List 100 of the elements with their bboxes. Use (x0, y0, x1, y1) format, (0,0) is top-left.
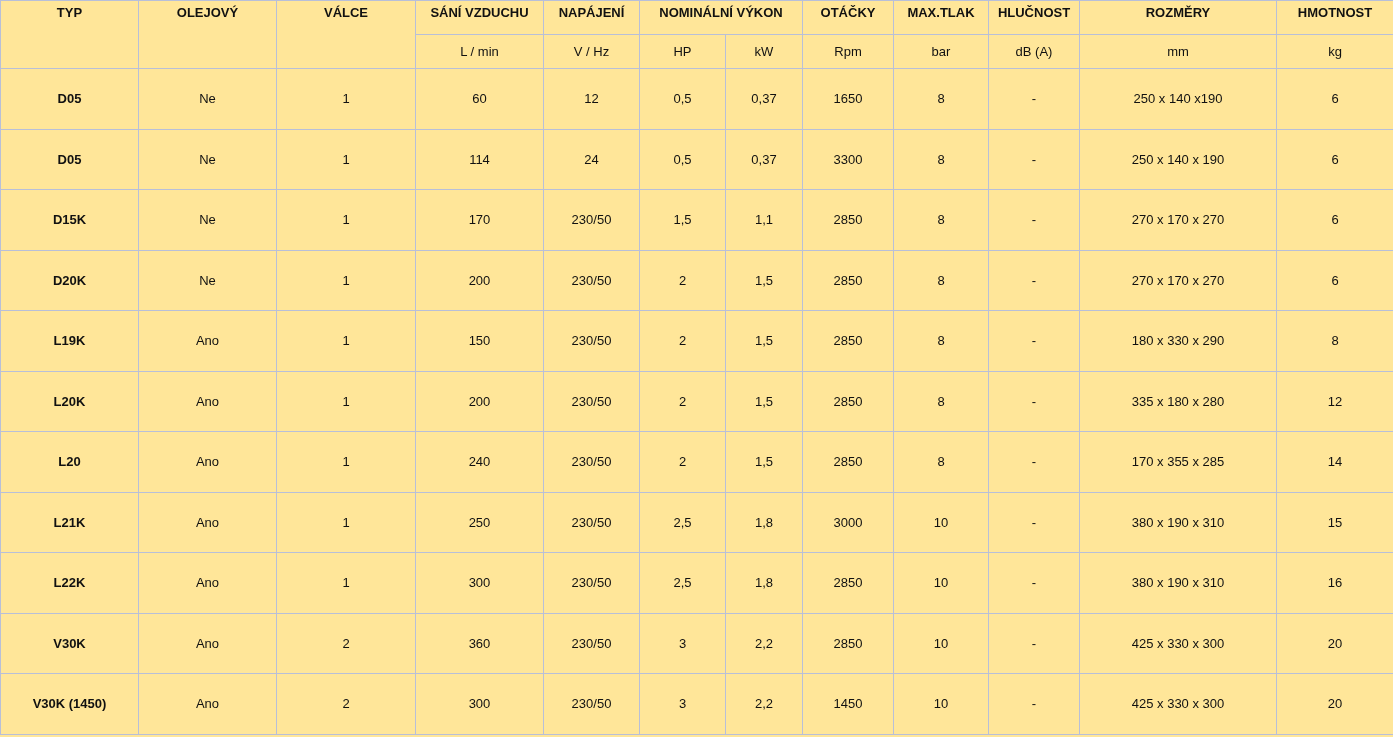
table-cell: 8 (937, 272, 945, 288)
table-cell: - (1031, 514, 1037, 530)
table-cell: 8 (1331, 333, 1339, 349)
table-cell: 20 (1327, 635, 1343, 651)
table-cell: 8 (937, 212, 945, 228)
table-cell: 2 (342, 696, 350, 712)
table-cell: Ano (195, 393, 220, 409)
table-cell: Ne (199, 151, 216, 167)
table-cell: 425 x 330 x 300 (1131, 696, 1225, 712)
table-cell: 200 (468, 272, 491, 288)
table-cell: 380 x 190 x 310 (1131, 575, 1225, 591)
table-cell: 230/50 (571, 333, 612, 349)
table-cell: 0,5 (673, 151, 692, 167)
table-cell: 230/50 (571, 212, 612, 228)
table-cell: 230/50 (571, 696, 612, 712)
table-cell: - (1031, 575, 1037, 591)
unit-label: mm (1167, 44, 1189, 59)
table-cell: 270 x 170 x 270 (1131, 272, 1225, 288)
table-cell: Ano (195, 696, 220, 712)
table-cell: 335 x 180 x 280 (1131, 393, 1225, 409)
table-cell: 1,5 (754, 272, 774, 288)
table-cell: - (1031, 393, 1037, 409)
table-cell: 24 (584, 151, 599, 167)
column-header: OTÁČKY (820, 5, 876, 20)
table-cell: - (1031, 454, 1037, 470)
table-cell: 8 (937, 151, 945, 167)
table-cell: 2850 (833, 393, 863, 409)
table-cell: 6 (1331, 91, 1339, 107)
table-cell: 200 (468, 393, 491, 409)
table-cell: 2 (678, 393, 687, 409)
table-cell: D20K (52, 272, 87, 288)
table-cell: 170 (468, 212, 491, 228)
table-cell: - (1031, 151, 1037, 167)
table-cell: Ne (199, 272, 216, 288)
table-cell: L22K (53, 575, 86, 591)
table-cell: L20 (58, 454, 81, 470)
table-cell: 0,37 (751, 151, 777, 167)
table-cell: 10 (933, 635, 949, 651)
table-cell: 2,5 (673, 514, 692, 530)
unit-label: kW (754, 44, 774, 59)
unit-label: bar (931, 44, 951, 59)
column-header: OLEJOVÝ (176, 5, 239, 20)
table-cell: 2850 (833, 212, 863, 228)
table-cell: 1450 (833, 696, 863, 712)
table-cell: L20K (53, 393, 86, 409)
table-cell: 2850 (833, 635, 863, 651)
table-cell: 2 (678, 333, 687, 349)
unit-label: kg (1328, 44, 1342, 59)
table-cell: 3 (678, 635, 687, 651)
table-cell: 240 (468, 454, 491, 470)
table-cell: D05 (57, 151, 82, 167)
table-cell: 360 (468, 635, 491, 651)
table-cell: 3000 (833, 514, 863, 530)
table-cell: 15 (1327, 514, 1343, 530)
table-cell: 1 (342, 272, 350, 288)
table-cell: 16 (1327, 575, 1343, 591)
table-cell: 230/50 (571, 635, 612, 651)
table-cell: 230/50 (571, 454, 612, 470)
table-cell: Ano (195, 575, 220, 591)
unit-label: Rpm (834, 44, 862, 59)
table-cell: 1,1 (754, 212, 774, 228)
table-cell: 2850 (833, 333, 863, 349)
table-cell: 20 (1327, 696, 1343, 712)
table-cell: 1,8 (754, 575, 774, 591)
table-cell: 230/50 (571, 575, 612, 591)
table-cell: 8 (937, 91, 945, 107)
table-cell: V30K (1450) (32, 696, 107, 712)
table-cell: 10 (933, 514, 949, 530)
table-cell: 6 (1331, 151, 1339, 167)
column-header: NAPÁJENÍ (558, 5, 625, 20)
column-header: TYP (56, 5, 83, 20)
table-cell: 14 (1327, 454, 1343, 470)
column-header: NOMINÁLNÍ VÝKON (659, 5, 783, 20)
table-cell: - (1031, 635, 1037, 651)
table-cell: L19K (53, 333, 86, 349)
table-cell: Ne (199, 212, 216, 228)
table-cell: 6 (1331, 272, 1339, 288)
table-cell: - (1031, 212, 1037, 228)
column-header: SÁNÍ VZDUCHU (430, 5, 529, 20)
table-cell: 1 (342, 575, 350, 591)
table-cell: 2850 (833, 454, 863, 470)
unit-label: V / Hz (573, 44, 610, 59)
table-cell: - (1031, 333, 1037, 349)
table-cell: L21K (53, 514, 86, 530)
table-cell: 2,2 (754, 696, 774, 712)
table-cell: 300 (468, 575, 491, 591)
table-cell: Ano (195, 333, 220, 349)
table-cell: 8 (937, 393, 945, 409)
table-cell: 425 x 330 x 300 (1131, 635, 1225, 651)
table-cell: 10 (933, 696, 949, 712)
table-cell: 3 (678, 696, 687, 712)
table-cell: 1 (342, 454, 350, 470)
table-cell: 0,37 (751, 91, 777, 107)
table-cell: 170 x 355 x 285 (1131, 454, 1225, 470)
column-header: HLUČNOST (997, 5, 1071, 20)
table-cell: 6 (1331, 212, 1339, 228)
table-cell: D15K (52, 212, 87, 228)
table-cell: 1 (342, 151, 350, 167)
table-cell: - (1031, 272, 1037, 288)
unit-label: dB (A) (1015, 44, 1053, 59)
